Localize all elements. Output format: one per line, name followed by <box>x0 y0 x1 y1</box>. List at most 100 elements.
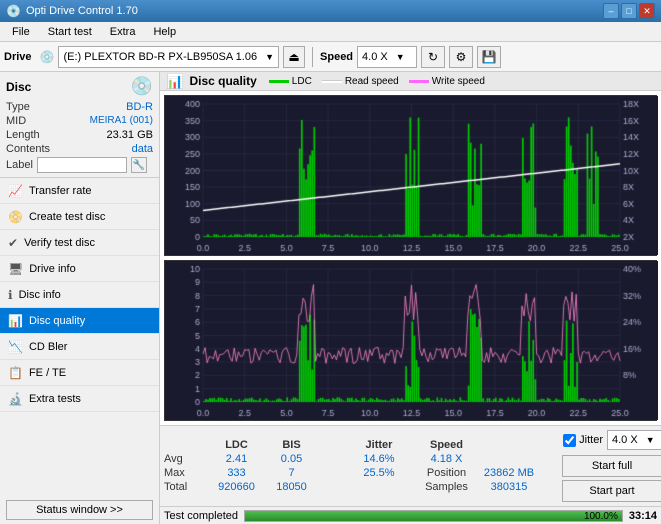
progress-bar-fill <box>245 511 622 521</box>
label-label: Label <box>6 159 33 171</box>
speed-label: Speed <box>320 51 353 63</box>
jitter-checkbox[interactable] <box>563 434 576 447</box>
charts-area <box>160 91 661 425</box>
disc-quality-icon: 📊 <box>8 314 23 328</box>
stats-max-position-value: 23862 MB <box>474 467 544 479</box>
stats-header-check <box>319 439 339 451</box>
stats-total-ldc: 920660 <box>209 481 264 493</box>
title-bar: 💿 Opti Drive Control 1.70 – □ ✕ <box>0 0 661 22</box>
nav-disc-quality-label: Disc quality <box>29 315 85 327</box>
drive-text: (E:) PLEXTOR BD-R PX-LB950SA 1.06 <box>63 51 257 63</box>
speed-dropdown-arrow: ▼ <box>396 52 405 62</box>
nav-extra-tests[interactable]: 🔬 Extra tests <box>0 386 159 412</box>
progress-text: 100.0% <box>584 511 618 523</box>
label-input[interactable] <box>37 157 127 173</box>
separator <box>312 47 313 67</box>
nav-transfer-rate[interactable]: 📈 Transfer rate <box>0 178 159 204</box>
cd-bler-icon: 📉 <box>8 340 23 354</box>
disc-panel: Disc 💿 Type BD-R MID MEIRA1 (001) Length… <box>0 72 159 178</box>
stats-avg-ldc: 2.41 <box>209 453 264 465</box>
contents-label: Contents <box>6 143 50 155</box>
stats-max-bis: 7 <box>264 467 319 479</box>
start-full-button[interactable]: Start full <box>562 455 661 477</box>
start-part-button[interactable]: Start part <box>562 480 661 502</box>
close-button[interactable]: ✕ <box>639 3 655 19</box>
stats-avg-empty <box>319 453 339 465</box>
nav-cd-bler[interactable]: 📉 CD Bler <box>0 334 159 360</box>
legend-ldc-label: LDC <box>292 76 312 87</box>
menu-extra[interactable]: Extra <box>102 24 144 40</box>
chart-title: Disc quality <box>189 74 256 88</box>
stats-header-jitter: Jitter <box>339 439 419 451</box>
menu-help[interactable]: Help <box>145 24 184 40</box>
stats-max-position-label: Position <box>419 467 474 479</box>
menu-start-test[interactable]: Start test <box>40 24 100 40</box>
bottom-chart <box>164 260 657 421</box>
drive-info-icon: 🖥 <box>8 262 23 276</box>
drive-select-wrapper[interactable]: (E:) PLEXTOR BD-R PX-LB950SA 1.06 ▼ <box>58 46 279 68</box>
menu-bar: File Start test Extra Help <box>0 22 661 42</box>
refresh-button[interactable]: ↻ <box>421 46 445 68</box>
label-edit-button[interactable]: 🔧 <box>131 157 147 173</box>
nav-transfer-rate-label: Transfer rate <box>29 185 92 197</box>
nav-verify-test-disc[interactable]: ✔ Verify test disc <box>0 230 159 256</box>
type-label: Type <box>6 101 30 113</box>
contents-value: data <box>132 143 153 155</box>
stats-avg-jitter: 14.6% <box>339 453 419 465</box>
legend-write-speed-label: Write speed <box>432 76 485 87</box>
stats-avg-speed: 4.18 X <box>419 453 474 465</box>
stats-footer: LDC BIS Jitter Speed Avg 2.41 0.05 14.6% <box>160 425 661 506</box>
stats-max-label: Max <box>164 467 209 479</box>
nav-disc-info[interactable]: ℹ Disc info <box>0 282 159 308</box>
legend-read-speed: Read speed <box>322 76 399 87</box>
sidebar: Disc 💿 Type BD-R MID MEIRA1 (001) Length… <box>0 72 160 524</box>
legend-read-color <box>322 80 342 83</box>
disc-panel-icon: 💿 <box>131 76 153 97</box>
type-value: BD-R <box>126 101 153 113</box>
nav-cd-bler-label: CD Bler <box>29 341 68 353</box>
stats-total-empty2 <box>339 481 419 493</box>
mid-value: MEIRA1 (001) <box>90 115 153 127</box>
stats-total-bis: 18050 <box>264 481 319 493</box>
nav-drive-info-label: Drive info <box>29 263 75 275</box>
stats-max-ldc: 333 <box>209 467 264 479</box>
drive-dropdown-arrow: ▼ <box>265 52 274 62</box>
app-icon: 💿 <box>6 4 21 18</box>
eject-button[interactable]: ⏏ <box>283 46 305 68</box>
stats-max-jitter: 25.5% <box>339 467 419 479</box>
stats-right: Jitter 4.0 X ▼ Start full Start part <box>552 430 661 502</box>
nav-disc-quality[interactable]: 📊 Disc quality <box>0 308 159 334</box>
disc-info-icon: ℹ <box>8 288 13 302</box>
nav-fe-te[interactable]: 📋 FE / TE <box>0 360 159 386</box>
nav-drive-info[interactable]: 🖥 Drive info <box>0 256 159 282</box>
legend-read-speed-label: Read speed <box>345 76 399 87</box>
stats-avg-bis: 0.05 <box>264 453 319 465</box>
main-layout: Disc 💿 Type BD-R MID MEIRA1 (001) Length… <box>0 72 661 524</box>
chart-header: 📊 Disc quality LDC Read speed Write spee… <box>160 72 661 91</box>
menu-file[interactable]: File <box>4 24 38 40</box>
maximize-button[interactable]: □ <box>621 3 637 19</box>
stats-header-empty <box>164 439 209 451</box>
stats-speed-select[interactable]: 4.0 X ▼ <box>607 430 661 450</box>
status-window-button[interactable]: Status window >> <box>6 500 153 520</box>
speed-select-wrapper[interactable]: 4.0 X ▼ <box>357 46 417 68</box>
stats-header-ldc: LDC <box>209 439 264 451</box>
legend-write-speed: Write speed <box>409 76 485 87</box>
settings-button[interactable]: ⚙ <box>449 46 473 68</box>
toolbar: Drive 💿 (E:) PLEXTOR BD-R PX-LB950SA 1.0… <box>0 42 661 72</box>
save-button[interactable]: 💾 <box>477 46 501 68</box>
legend-ldc-color <box>269 80 289 83</box>
nav-create-test-disc[interactable]: 📀 Create test disc <box>0 204 159 230</box>
legend: LDC Read speed Write speed <box>269 76 485 87</box>
stats-avg-label: Avg <box>164 453 209 465</box>
chart-icon: 📊 <box>166 73 183 90</box>
stats-total-label: Total <box>164 481 209 493</box>
stats-speed-value: 4.0 X <box>612 434 638 446</box>
stats-max-empty <box>319 467 339 479</box>
speed-value: 4.0 X <box>362 51 388 63</box>
nav-fe-te-label: FE / TE <box>29 367 66 379</box>
drive-icon: 💿 <box>40 50 55 64</box>
legend-write-color <box>409 80 429 83</box>
minimize-button[interactable]: – <box>603 3 619 19</box>
nav-create-test-disc-label: Create test disc <box>29 211 105 223</box>
